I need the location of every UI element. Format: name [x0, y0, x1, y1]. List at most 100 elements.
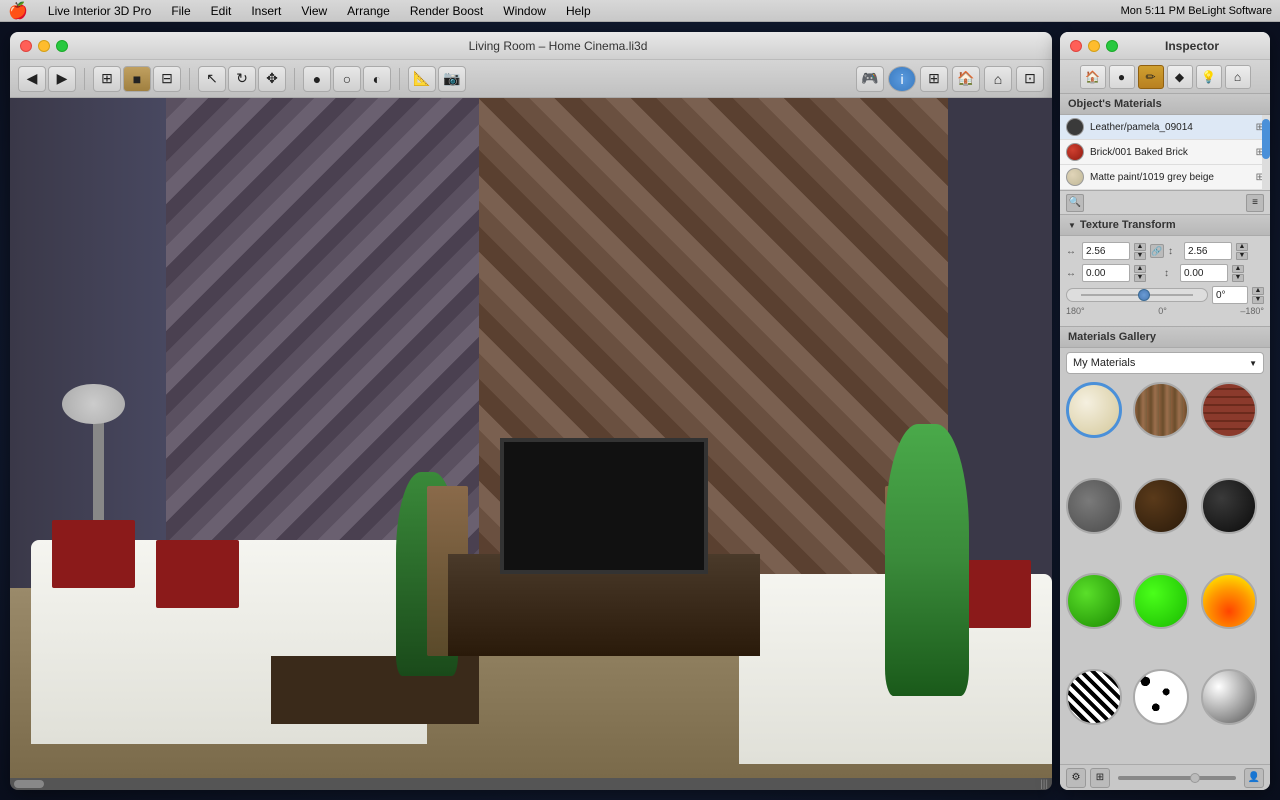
scene-view-button[interactable]: ⌂ [984, 66, 1012, 92]
fullscreen-view-button[interactable]: ⊡ [1016, 66, 1044, 92]
tt-hoff-value[interactable]: 0.00 [1082, 264, 1130, 282]
fullscreen-button[interactable] [56, 40, 68, 52]
material-item-1[interactable]: Brick/001 Baked Brick ⊞ [1060, 140, 1270, 165]
tt-voff-up[interactable]: ▲ [1232, 265, 1244, 273]
tt-h-up[interactable]: ▲ [1134, 243, 1146, 251]
tt-v-up[interactable]: ▲ [1236, 243, 1248, 251]
gallery-item-black[interactable] [1201, 478, 1257, 534]
gallery-item-concrete[interactable] [1066, 478, 1122, 534]
gallery-settings-button[interactable]: ⚙ [1066, 768, 1086, 788]
select-tool[interactable]: ↖ [198, 66, 226, 92]
material-item-2[interactable]: Matte paint/1019 grey beige ⊞ [1060, 165, 1270, 190]
3d-view-button[interactable]: ■ [123, 66, 151, 92]
tt-h-down[interactable]: ▼ [1134, 252, 1146, 260]
inspector-fullscreen[interactable] [1106, 40, 1118, 52]
menu-app[interactable]: Live Interior 3D Pro [44, 4, 155, 18]
tt-v-stepper[interactable]: ▲ ▼ [1236, 243, 1248, 260]
rotation-slider[interactable] [1066, 288, 1208, 302]
point-mode[interactable]: ● [303, 66, 331, 92]
tt-hoff-stepper[interactable]: ▲ ▼ [1134, 265, 1146, 282]
menu-file[interactable]: File [167, 4, 194, 18]
tt-row-h-offset: ↔ 0.00 ▲ ▼ ↕ 0.00 ▲ ▼ [1066, 264, 1264, 282]
gallery-person-button[interactable]: 👤 [1244, 768, 1264, 788]
floor-plan-button[interactable]: ⊞ [93, 66, 121, 92]
gallery-dropdown[interactable]: My Materials ▼ [1066, 352, 1264, 374]
gallery-size-thumb[interactable] [1190, 773, 1200, 783]
pan-tool[interactable]: ✥ [258, 66, 286, 92]
gallery-item-cream[interactable] [1066, 382, 1122, 438]
materials-section-header: Object's Materials [1060, 94, 1270, 115]
tt-hoff-up[interactable]: ▲ [1134, 265, 1146, 273]
scene-tv[interactable] [500, 438, 708, 574]
menu-edit[interactable]: Edit [207, 4, 236, 18]
inspector-tab-home[interactable]: 🏠 [1080, 65, 1106, 89]
gallery-size-slider[interactable] [1118, 776, 1236, 780]
back-button[interactable]: ◀ [18, 66, 46, 92]
rotation-value[interactable]: 0° [1212, 286, 1248, 304]
menu-render-boost[interactable]: Render Boost [406, 4, 487, 18]
inspector-minimize[interactable] [1088, 40, 1100, 52]
menu-insert[interactable]: Insert [247, 4, 285, 18]
gallery-item-fire[interactable] [1201, 573, 1257, 629]
tt-h-value[interactable]: 2.56 [1082, 242, 1130, 260]
menu-arrange[interactable]: Arrange [343, 4, 394, 18]
inspector-close[interactable] [1070, 40, 1082, 52]
info-button[interactable]: i [888, 66, 916, 92]
nav-group: ◀ ▶ [18, 66, 76, 92]
inspector-tab-scene[interactable]: ⌂ [1225, 65, 1251, 89]
render-button[interactable]: 🎮 [856, 66, 884, 92]
3d-viewport[interactable] [10, 98, 1052, 778]
gallery-item-green[interactable] [1066, 573, 1122, 629]
rotation-mid-label: 0° [1158, 306, 1167, 316]
forward-button[interactable]: ▶ [48, 66, 76, 92]
rotation-thumb[interactable] [1138, 289, 1150, 301]
edge-mode[interactable]: ○ [333, 66, 361, 92]
menu-help[interactable]: Help [562, 4, 595, 18]
inspector-tab-light[interactable]: 💡 [1196, 65, 1222, 89]
viewport-scrollbar[interactable]: ||| [10, 778, 1052, 790]
material-item-0[interactable]: Leather/pamela_09014 ⊞ [1060, 115, 1270, 140]
gallery-item-dark-wood[interactable] [1133, 478, 1189, 534]
rotation-down[interactable]: ▼ [1252, 296, 1264, 304]
snapshot-button[interactable]: 📷 [438, 66, 466, 92]
gallery-item-bright-green[interactable] [1133, 573, 1189, 629]
action-group: 📐 📷 [408, 66, 466, 92]
tt-v-down[interactable]: ▼ [1236, 252, 1248, 260]
inspector-tab-gem[interactable]: ◆ [1167, 65, 1193, 89]
gallery-grid-button[interactable]: ⊞ [1090, 768, 1110, 788]
tt-v-value[interactable]: 2.56 [1184, 242, 1232, 260]
gallery-item-wood[interactable] [1133, 382, 1189, 438]
tt-hoff-down[interactable]: ▼ [1134, 274, 1146, 282]
tt-h-stepper[interactable]: ▲ ▼ [1134, 243, 1146, 260]
gallery-item-brick[interactable] [1201, 382, 1257, 438]
inspector-tab-sphere[interactable]: ● [1109, 65, 1135, 89]
main-toolbar: ◀ ▶ ⊞ ■ ⊟ ↖ ↻ ✥ ● ○ ◐ 📐 [10, 60, 1052, 98]
menu-view[interactable]: View [297, 4, 331, 18]
rotation-labels: 180° 0° –180° [1066, 306, 1264, 316]
material-search-button[interactable]: 🔍 [1066, 194, 1084, 212]
split-view-button[interactable]: ⊟ [153, 66, 181, 92]
2d-view-button[interactable]: ⊞ [920, 66, 948, 92]
tt-voff-value[interactable]: 0.00 [1180, 264, 1228, 282]
materials-list[interactable]: Leather/pamela_09014 ⊞ Brick/001 Baked B… [1060, 115, 1270, 191]
tt-voff-stepper[interactable]: ▲ ▼ [1232, 265, 1244, 282]
face-mode[interactable]: ◐ [363, 66, 391, 92]
close-button[interactable] [20, 40, 32, 52]
apple-menu-icon[interactable]: 🍎 [8, 1, 28, 21]
menu-window[interactable]: Window [499, 4, 550, 18]
home-view-button[interactable]: 🏠 [952, 66, 980, 92]
tt-voff-down[interactable]: ▼ [1232, 274, 1244, 282]
inspector-tab-material[interactable]: ✏ [1138, 65, 1164, 89]
gallery-section-label: Materials Gallery [1068, 331, 1156, 343]
gallery-item-zebra[interactable] [1066, 669, 1122, 725]
measure-button[interactable]: 📐 [408, 66, 436, 92]
rotation-stepper[interactable]: ▲ ▼ [1252, 287, 1264, 304]
orbit-tool[interactable]: ↻ [228, 66, 256, 92]
minimize-button[interactable] [38, 40, 50, 52]
gallery-item-spots[interactable] [1133, 669, 1189, 725]
material-swatch-0 [1066, 118, 1084, 136]
scroll-thumb[interactable] [14, 780, 44, 788]
rotation-up[interactable]: ▲ [1252, 287, 1264, 295]
gallery-item-chrome[interactable] [1201, 669, 1257, 725]
material-menu-button[interactable]: ≡ [1246, 194, 1264, 212]
